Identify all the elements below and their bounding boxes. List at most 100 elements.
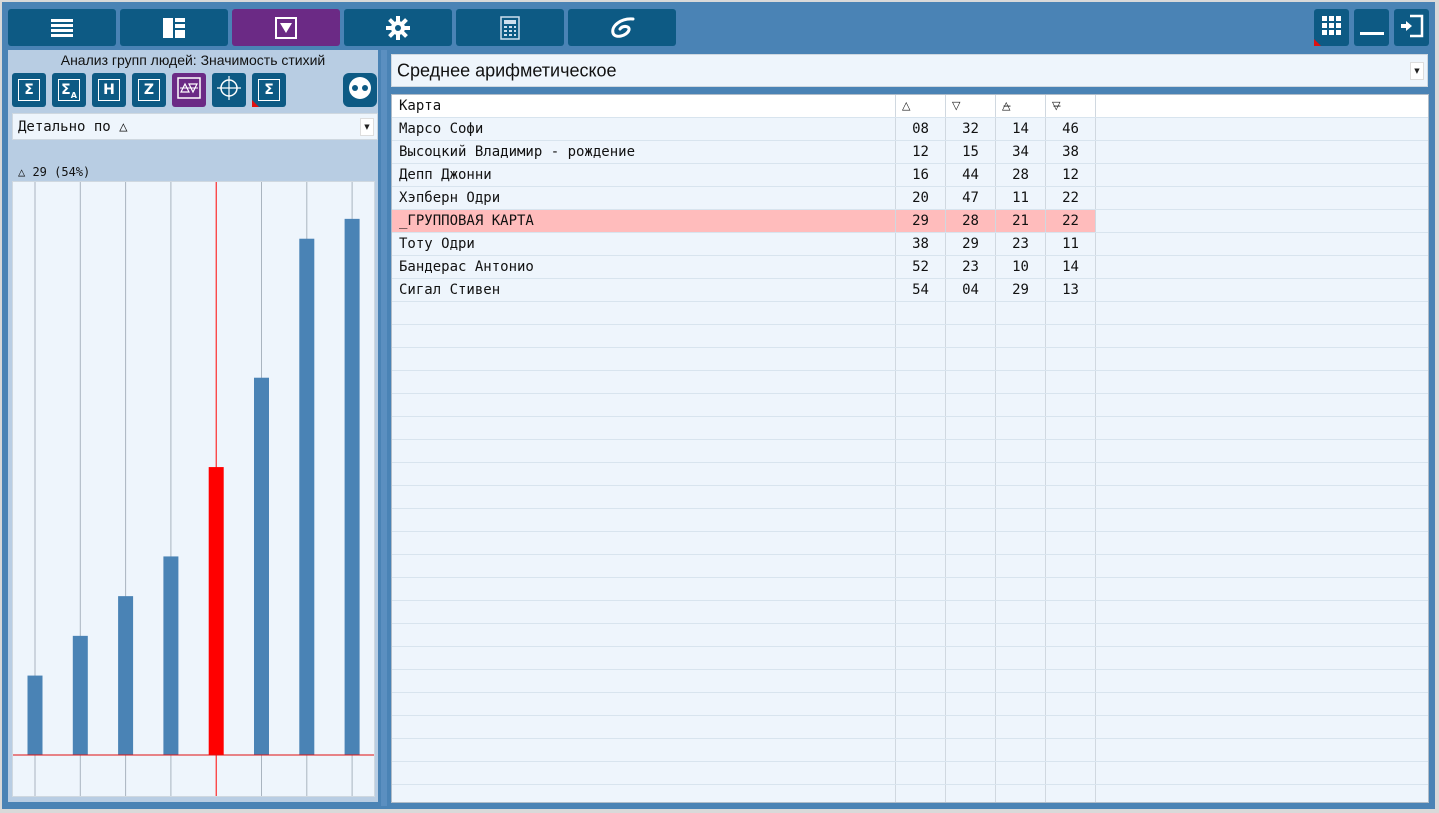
table-row[interactable]: Марсо Софи 08 32 14 46 [392, 118, 1428, 141]
value-cell [896, 693, 946, 715]
value-cell: 44 [946, 164, 996, 186]
table-row[interactable]: Депп Джонни 16 44 28 12 [392, 164, 1428, 187]
value-cell [996, 325, 1046, 347]
value-cell [896, 463, 946, 485]
table-row[interactable]: Хэпберн Одри 20 47 11 22 [392, 187, 1428, 210]
round-button[interactable] [343, 73, 377, 107]
dashboard-button[interactable] [120, 9, 228, 46]
table-row [392, 693, 1428, 716]
value-cell [1046, 555, 1096, 577]
list-view-button[interactable] [8, 9, 116, 46]
filter-button[interactable] [232, 9, 340, 46]
value-cell [996, 463, 1046, 485]
value-cell [996, 739, 1046, 761]
galaxy-button[interactable] [568, 9, 676, 46]
value-cell [996, 647, 1046, 669]
sum-button[interactable]: Σ [12, 73, 46, 107]
exit-button[interactable] [1394, 9, 1429, 46]
column-header-air[interactable]: △̶ [996, 95, 1046, 117]
elements-button[interactable] [172, 73, 206, 107]
value-cell [896, 624, 946, 646]
table-row[interactable]: Бандерас Антонио 52 23 10 14 [392, 256, 1428, 279]
bar-1[interactable] [72, 635, 88, 755]
bar-5[interactable] [254, 377, 269, 755]
bar-7[interactable] [344, 218, 360, 755]
value-cell [946, 739, 996, 761]
value-cell: 29 [946, 233, 996, 255]
calculator-button[interactable] [456, 9, 564, 46]
table-row [392, 647, 1428, 670]
table-row [392, 532, 1428, 555]
list-icon [51, 18, 73, 38]
value-cell [896, 716, 946, 738]
table-row [392, 601, 1428, 624]
value-cell [1046, 739, 1096, 761]
stat-dropdown[interactable]: Среднее арифметическое ▼ [391, 54, 1428, 87]
sum-a-button[interactable]: ΣA [52, 73, 86, 107]
card-name-cell [392, 532, 896, 554]
z-icon: Z [138, 79, 160, 101]
stat-dropdown-value: Среднее арифметическое [397, 60, 617, 80]
panel-title: Анализ групп людей: Значимость стихий [60, 52, 326, 68]
value-cell [996, 417, 1046, 439]
value-cell [946, 693, 996, 715]
value-cell [946, 417, 996, 439]
bar-0[interactable] [27, 675, 43, 755]
card-name-cell [392, 762, 896, 784]
bar-3[interactable] [163, 556, 179, 755]
gear-icon [386, 15, 410, 40]
value-cell [996, 578, 1046, 600]
sum-doc-button[interactable]: Σ [252, 73, 286, 107]
minimize-button[interactable] [1354, 9, 1389, 46]
bar-4[interactable] [208, 467, 224, 755]
card-name-cell [392, 716, 896, 738]
value-cell [896, 417, 946, 439]
chart-wheel-button[interactable] [212, 73, 246, 107]
column-header-earth[interactable]: ▽̶ [1046, 95, 1096, 117]
table-row[interactable]: _ГРУППОВАЯ КАРТА 29 28 21 22 [392, 210, 1428, 233]
value-cell [946, 348, 996, 370]
value-cell [896, 555, 946, 577]
value-cell [1046, 785, 1096, 802]
value-cell [1046, 348, 1096, 370]
panel-splitter[interactable] [381, 50, 387, 806]
corner-flag-icon [1314, 39, 1321, 46]
table-row [392, 509, 1428, 532]
value-cell: 11 [996, 187, 1046, 209]
value-cell [996, 486, 1046, 508]
column-header-fire[interactable]: △ [896, 95, 946, 117]
value-cell [896, 302, 946, 324]
table-row[interactable]: Высоцкий Владимир - рождение 12 15 34 38 [392, 141, 1428, 164]
yin-yang-icon [347, 75, 373, 105]
value-cell: 13 [1046, 279, 1096, 301]
value-cell [1046, 762, 1096, 784]
chart-label: △ 29 (54%) [18, 165, 91, 179]
z-button[interactable]: Z [132, 73, 166, 107]
chart-wheel-icon [215, 74, 243, 106]
settings-button[interactable] [344, 9, 452, 46]
value-cell [946, 325, 996, 347]
table-row[interactable]: Сигал Стивен 54 04 29 13 [392, 279, 1428, 302]
detail-dropdown[interactable]: Детально по △ ▼ [12, 113, 378, 140]
grid-button[interactable] [1314, 9, 1349, 46]
app-window: Анализ групп людей: Значимость стихий Σ … [2, 2, 1435, 809]
value-cell: 29 [996, 279, 1046, 301]
column-header-water[interactable]: ▽ [946, 95, 996, 117]
value-cell [1046, 440, 1096, 462]
value-cell [1046, 302, 1096, 324]
value-cell: 16 [896, 164, 946, 186]
sigma-doc-icon: Σ [258, 79, 280, 101]
bar-2[interactable] [118, 596, 134, 755]
h-button[interactable]: H [92, 73, 126, 107]
table-row[interactable]: Тоту Одри 38 29 23 11 [392, 233, 1428, 256]
card-name-cell [392, 785, 896, 802]
card-name-cell [392, 578, 896, 600]
column-header-card[interactable]: Карта [392, 95, 896, 117]
bar-6[interactable] [299, 238, 315, 755]
card-name-cell [392, 463, 896, 485]
value-cell [996, 762, 1046, 784]
value-cell [1046, 647, 1096, 669]
value-cell: 08 [896, 118, 946, 140]
table-row [392, 440, 1428, 463]
dashboard-icon [163, 17, 185, 38]
